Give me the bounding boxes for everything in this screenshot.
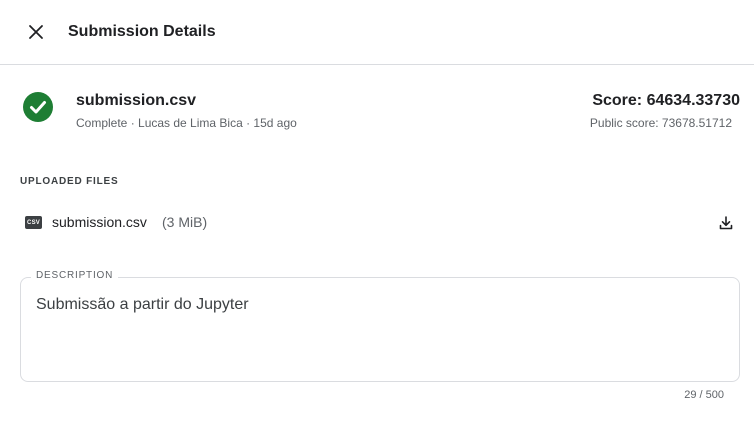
uploaded-file-size: (3 MiB) <box>162 214 208 230</box>
public-score: Public score: 73678.51712 <box>589 116 732 130</box>
close-icon[interactable] <box>28 24 44 40</box>
description-text[interactable]: Submissão a partir do Jupyter <box>36 296 249 314</box>
private-score: Score: 64634.33730 <box>592 92 740 109</box>
uploaded-file-name: submission.csv <box>52 214 147 230</box>
csv-file-icon: CSV <box>25 216 42 229</box>
close-button[interactable] <box>24 20 48 44</box>
check-circle-icon <box>23 92 53 122</box>
uploaded-files-heading: UPLOADED FILES <box>20 176 119 187</box>
submission-file-name: submission.csv <box>76 92 197 109</box>
dialog-title: Submission Details <box>68 23 216 40</box>
character-counter: 29 / 500 <box>684 389 724 401</box>
download-button[interactable] <box>716 213 736 233</box>
description-label: DESCRIPTION <box>31 270 119 281</box>
submission-meta: Complete · Lucas de Lima Bica · 15d ago <box>76 116 297 130</box>
description-field[interactable] <box>20 277 740 382</box>
download-icon[interactable] <box>719 216 733 230</box>
dialog-header: Submission Details <box>0 0 754 65</box>
